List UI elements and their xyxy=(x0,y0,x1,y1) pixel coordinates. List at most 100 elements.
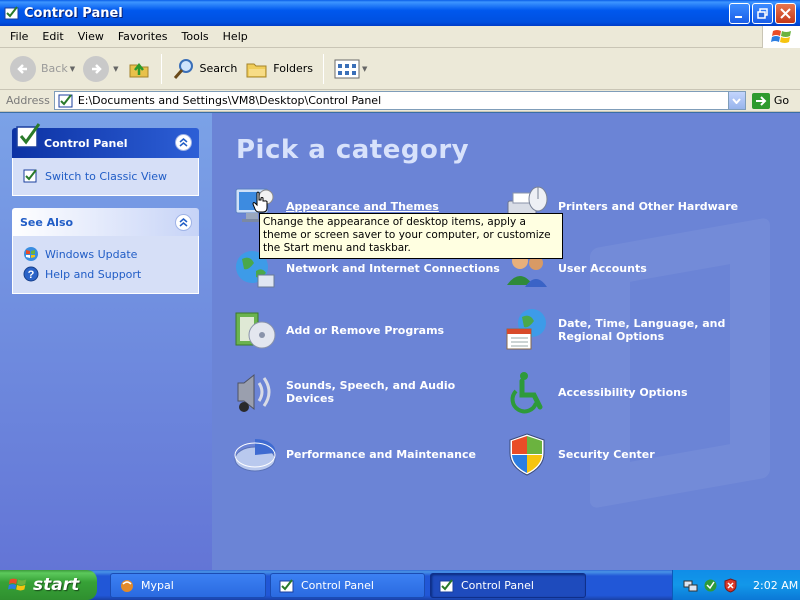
back-button[interactable]: Back ▼ xyxy=(6,52,79,86)
taskbar-item-control-panel-active[interactable]: Control Panel xyxy=(430,573,586,598)
update-tray-icon[interactable] xyxy=(703,578,718,593)
address-value: E:\Documents and Settings\VM8\Desktop\Co… xyxy=(77,94,382,107)
category-add-remove-programs[interactable]: Add or Remove Programs xyxy=(232,307,444,353)
views-dropdown-icon[interactable]: ▼ xyxy=(362,65,367,73)
menu-bar: File Edit View Favorites Tools Help xyxy=(0,26,800,48)
category-label: Sounds, Speech, and Audio Devices xyxy=(286,379,456,405)
taskbar-item-label: Mypal xyxy=(141,579,174,592)
mypal-icon xyxy=(121,579,133,592)
shield-icon xyxy=(509,433,545,476)
see-also-body: Windows Update ? Help and Support xyxy=(12,236,199,294)
date-time-language-icon xyxy=(506,309,546,350)
category-view: Pick a category Appearance and Themes Ne… xyxy=(212,113,800,570)
restore-icon xyxy=(757,8,768,19)
accessibility-icon xyxy=(510,372,543,414)
control-panel-header[interactable]: Control Panel xyxy=(12,123,199,158)
menu-favorites[interactable]: Favorites xyxy=(111,28,175,45)
close-icon xyxy=(780,8,791,19)
menu-view[interactable]: View xyxy=(71,28,111,45)
content-area: Control Panel Switch to Classic View See… xyxy=(0,113,800,570)
go-button[interactable]: Go xyxy=(751,92,789,109)
control-panel-icon xyxy=(439,578,454,592)
windows-flag-icon xyxy=(8,578,27,591)
taskbar-item-mypal[interactable]: Mypal xyxy=(110,573,266,598)
performance-maintenance-icon xyxy=(234,438,276,472)
category-label: Appearance and Themes xyxy=(286,199,439,213)
help-support-label: Help and Support xyxy=(45,267,142,281)
control-panel-title: Control Panel xyxy=(44,136,128,150)
collapse-button[interactable] xyxy=(175,134,192,151)
close-button[interactable] xyxy=(775,3,796,24)
collapse-button[interactable] xyxy=(175,214,192,231)
control-panel-icon xyxy=(279,578,294,592)
up-folder-button[interactable] xyxy=(123,52,155,86)
folders-button[interactable]: Folders xyxy=(241,52,317,86)
search-label: Search xyxy=(199,62,238,75)
address-input[interactable]: E:\Documents and Settings\VM8\Desktop\Co… xyxy=(53,91,746,110)
menu-help[interactable]: Help xyxy=(216,28,255,45)
switch-classic-view-label: Switch to Classic View xyxy=(45,169,168,183)
views-icon xyxy=(334,59,360,78)
category-label: Security Center xyxy=(558,447,655,461)
svg-text:?: ? xyxy=(28,269,35,281)
help-support-link[interactable]: ? Help and Support xyxy=(23,264,188,284)
category-label: User Accounts xyxy=(558,261,647,275)
system-tray: 2:02 AM xyxy=(672,570,800,600)
sounds-audio-icon xyxy=(237,373,271,412)
search-button[interactable]: Search xyxy=(168,52,242,86)
folders-icon xyxy=(246,63,267,77)
category-accessibility[interactable]: Accessibility Options xyxy=(504,369,688,415)
back-dropdown-icon[interactable]: ▼ xyxy=(70,65,75,73)
back-label: Back xyxy=(41,62,68,75)
go-arrow-icon xyxy=(751,92,770,109)
minimize-icon xyxy=(735,16,742,18)
category-label: Network and Internet Connections xyxy=(286,261,500,275)
menu-edit[interactable]: Edit xyxy=(35,28,70,45)
views-button[interactable]: ▼ xyxy=(330,52,371,86)
back-arrow-icon xyxy=(10,55,36,82)
taskbar-item-label: Control Panel xyxy=(301,579,374,592)
chevron-up-icon xyxy=(179,138,188,147)
chevron-down-icon xyxy=(732,97,742,104)
windows-update-link[interactable]: Windows Update xyxy=(23,244,188,264)
maximize-button[interactable] xyxy=(752,3,773,24)
window-title: Control Panel xyxy=(24,5,123,21)
start-button[interactable]: start xyxy=(0,570,97,600)
forward-arrow-icon xyxy=(83,55,110,82)
taskbar-item-label: Control Panel xyxy=(461,579,534,592)
forward-dropdown-icon[interactable]: ▼ xyxy=(113,65,118,73)
minimize-button[interactable] xyxy=(729,3,750,24)
category-sounds-speech-audio[interactable]: Sounds, Speech, and Audio Devices xyxy=(232,369,506,415)
see-also-header[interactable]: See Also xyxy=(12,208,199,236)
page-title: Pick a category xyxy=(236,135,470,165)
folders-label: Folders xyxy=(273,62,314,75)
network-tray-icon[interactable] xyxy=(683,578,698,593)
category-date-time-language[interactable]: Date, Time, Language, and Regional Optio… xyxy=(504,307,778,353)
menu-tools[interactable]: Tools xyxy=(175,28,216,45)
category-security-center[interactable]: Security Center xyxy=(504,431,655,477)
up-folder-icon xyxy=(129,62,148,77)
security-alert-tray-icon[interactable] xyxy=(723,577,738,593)
category-label: Accessibility Options xyxy=(558,385,688,399)
menu-file[interactable]: File xyxy=(3,28,35,45)
help-icon: ? xyxy=(23,266,39,282)
control-panel-icon xyxy=(16,123,41,148)
address-dropdown-button[interactable] xyxy=(727,92,745,109)
task-pane: Control Panel Switch to Classic View See… xyxy=(0,113,212,570)
address-label: Address xyxy=(6,94,50,107)
category-label: Add or Remove Programs xyxy=(286,323,445,337)
forward-button[interactable]: ▼ xyxy=(79,52,122,86)
classic-view-icon xyxy=(23,169,37,183)
category-label: Date, Time, Language, and Regional Optio… xyxy=(558,317,726,343)
taskbar: start Mypal Control Panel Control Panel xyxy=(0,570,800,600)
taskbar-item-control-panel[interactable]: Control Panel xyxy=(270,573,425,598)
control-panel-icon xyxy=(4,6,19,20)
windows-flag-icon xyxy=(770,30,791,43)
add-remove-programs-icon xyxy=(235,312,276,349)
switch-classic-view-link[interactable]: Switch to Classic View xyxy=(23,166,188,186)
toolbar-separator xyxy=(323,53,325,84)
category-performance-maintenance[interactable]: Performance and Maintenance xyxy=(232,431,476,477)
title-bar: Control Panel xyxy=(0,0,800,26)
see-also-task-box: See Also Windows Update ? Help and Suppo… xyxy=(12,208,199,294)
category-label: Printers and Other Hardware xyxy=(558,199,739,213)
